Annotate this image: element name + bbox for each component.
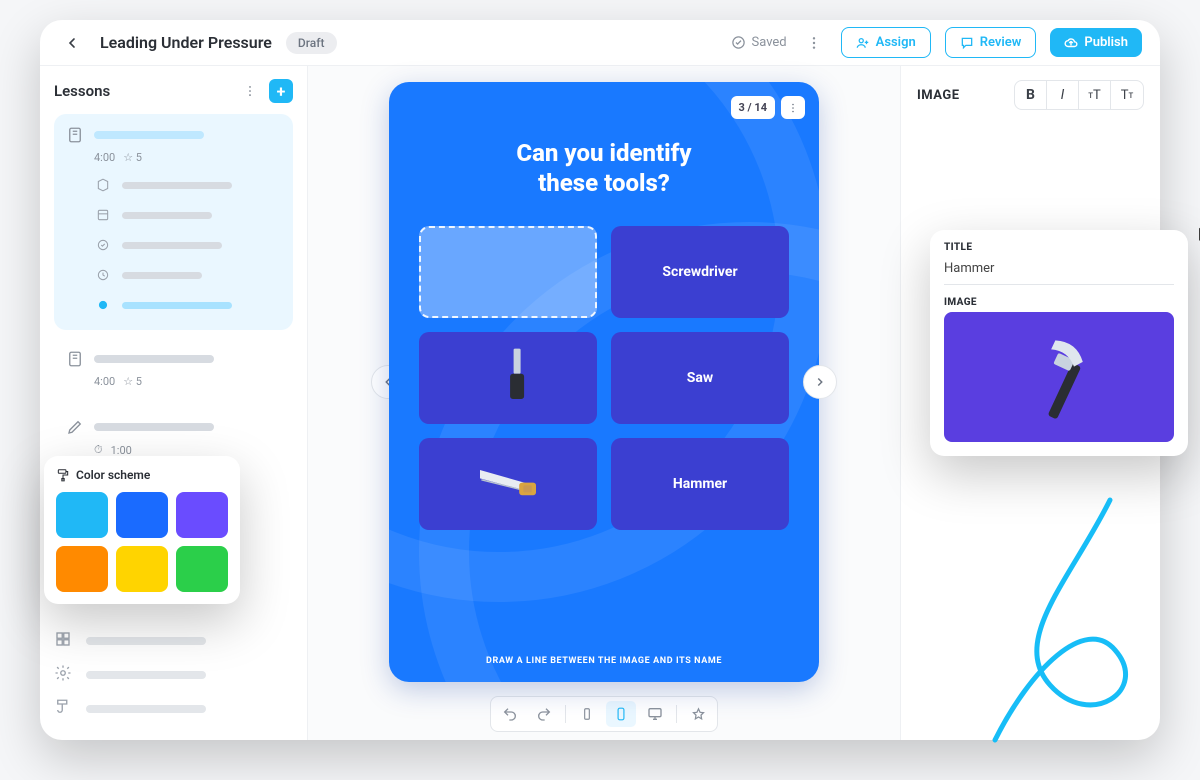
color-scheme-popover: Color scheme [44,456,240,604]
cube-icon [94,176,112,194]
slide-title: Can you identifythese tools? [419,138,789,198]
lesson-item[interactable]: 4:00 ☆ 5 [54,338,293,398]
favorite-button[interactable] [683,701,713,727]
lesson-duration: 4:00 [94,375,115,388]
image-property-card: TITLE Hammer IMAGE [930,230,1188,456]
saw-icon [473,449,543,519]
slide-hint: DRAW A LINE BETWEEN THE IMAGE AND ITS NA… [389,656,819,666]
slide-item[interactable] [90,230,283,260]
sidebar-bottom-nav [54,624,293,726]
lesson-title-placeholder [94,355,214,363]
color-swatch[interactable] [56,492,108,538]
lesson-rating: ☆ 5 [123,375,142,388]
image-field-label: IMAGE [944,297,1174,308]
lesson-duration: 1:00 [111,444,132,457]
document-title: Leading Under Pressure [100,33,272,52]
gear-icon [54,664,76,686]
color-swatch[interactable] [176,546,228,592]
lesson-duration: 4:00 [94,151,115,164]
tool-image-saw[interactable] [419,438,597,530]
layout-icon [94,206,112,224]
section-label: IMAGE [917,88,960,103]
lesson-icon [64,348,86,370]
add-lesson-button[interactable]: + [269,79,293,103]
font-size-down-button[interactable]: Tт [1111,81,1143,109]
nav-item[interactable] [54,692,293,726]
color-swatch[interactable] [56,546,108,592]
match-label[interactable]: Hammer [611,438,789,530]
tool-image-screwdriver[interactable] [419,332,597,424]
text-format-group: B I тT Tт [1014,80,1144,110]
assign-button[interactable]: Assign [841,27,931,58]
match-label[interactable]: Saw [611,332,789,424]
publish-button[interactable]: Publish [1050,28,1142,57]
assign-label: Assign [876,35,916,50]
slide-item[interactable] [90,170,283,200]
bold-button[interactable]: B [1015,81,1047,109]
pointer-cursor-icon [1188,224,1200,254]
nav-item[interactable] [54,624,293,658]
slide-item[interactable] [90,260,283,290]
publish-label: Publish [1084,35,1128,50]
image-preview[interactable] [944,312,1174,442]
review-label: Review [980,35,1022,50]
back-button[interactable] [58,29,86,57]
sidebar-title: Lessons [54,82,110,100]
saved-indicator: Saved [731,35,787,50]
screwdriver-icon [473,343,543,413]
comment-icon [960,36,974,50]
user-plus-icon [856,36,870,50]
canvas-area: 3 / 14 Can you identifythese tools? Scre… [308,66,900,740]
view-toolbar [490,696,718,732]
slide-item-selected[interactable] [90,290,283,320]
paint-roller-icon [56,468,70,482]
title-input[interactable]: Hammer [944,257,1174,285]
lesson-rating: ☆ 5 [123,151,142,164]
lesson-icon [64,124,86,146]
match-label[interactable]: Screwdriver [611,226,789,318]
paint-icon [54,698,76,720]
color-scheme-label: Color scheme [76,468,150,482]
italic-button[interactable]: I [1047,81,1079,109]
clock-icon [94,266,112,284]
device-desktop-button[interactable] [640,701,670,727]
nav-item[interactable] [54,658,293,692]
grid-icon [54,630,76,652]
color-swatch[interactable] [116,492,168,538]
page-indicator: 3 / 14 [731,96,775,119]
device-mobile-button[interactable] [572,701,602,727]
check-circle-icon [94,236,112,254]
review-button[interactable]: Review [945,27,1037,58]
color-swatch[interactable] [116,546,168,592]
drop-target[interactable] [419,226,597,318]
slide-more-button[interactable] [781,96,805,119]
lesson-title-placeholder [94,423,214,431]
status-pill: Draft [286,32,337,54]
lesson-item[interactable]: 4:00 ☆ 5 [54,114,293,330]
check-circle-icon [731,35,746,50]
redo-button[interactable] [529,701,559,727]
clock-icon: ⏱ [94,443,103,457]
font-size-up-button[interactable]: тT [1079,81,1111,109]
slide-item[interactable] [90,200,283,230]
cloud-up-icon [1064,36,1078,50]
next-slide-button[interactable] [803,365,837,399]
pencil-icon [64,416,86,438]
saved-label: Saved [752,35,787,50]
title-field-label: TITLE [944,242,1174,253]
device-phone-button[interactable] [606,701,636,727]
lesson-title-placeholder [94,131,204,139]
slide-preview: 3 / 14 Can you identifythese tools? Scre… [389,82,819,682]
color-swatch[interactable] [176,492,228,538]
topbar: Leading Under Pressure Draft Saved Assig… [40,20,1160,66]
app-window: Leading Under Pressure Draft Saved Assig… [40,20,1160,740]
hammer-icon [989,322,1129,432]
sidebar-more-button[interactable] [237,78,263,104]
plus-circle-icon [94,296,112,314]
more-button[interactable] [801,30,827,56]
undo-button[interactable] [495,701,525,727]
lessons-sidebar: Lessons + 4:00 ☆ 5 [40,66,308,740]
